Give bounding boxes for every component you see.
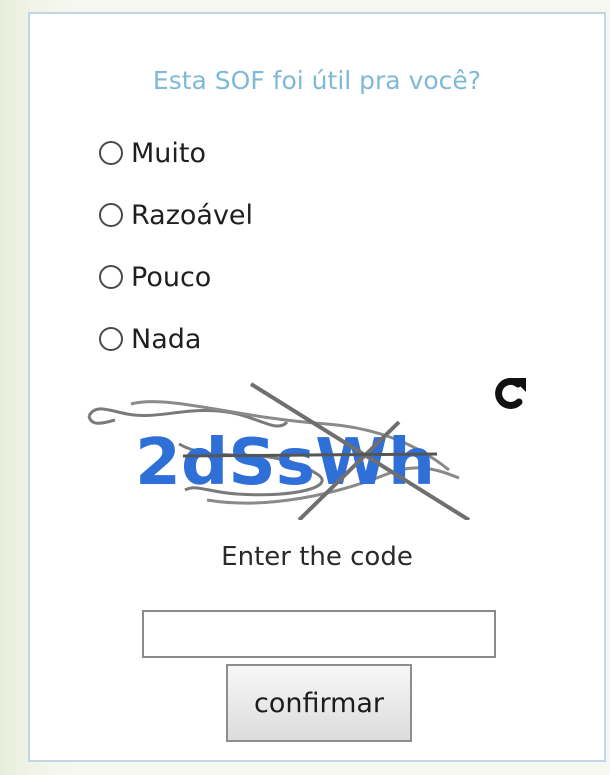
survey-options: Muito Razoável Pouco Nada (99, 122, 253, 370)
radio-button[interactable] (99, 141, 123, 165)
captcha-noise (87, 415, 116, 425)
captcha-image: 2dSsWh (87, 382, 471, 520)
option-label: Muito (131, 137, 207, 169)
feedback-panel: Esta SOF foi útil pra você? Muito Razoáv… (28, 12, 606, 762)
option-muito[interactable]: Muito (99, 122, 253, 184)
option-nada[interactable]: Nada (99, 308, 253, 370)
option-razoavel[interactable]: Razoável (99, 184, 253, 246)
confirm-button[interactable]: confirmar (226, 664, 412, 742)
captcha-noise (182, 452, 438, 458)
option-pouco[interactable]: Pouco (99, 246, 253, 308)
enter-code-label: Enter the code (221, 542, 413, 572)
option-label: Razoável (131, 199, 254, 231)
radio-button[interactable] (99, 265, 123, 289)
option-label: Pouco (131, 261, 212, 293)
option-label: Nada (131, 323, 202, 355)
refresh-icon[interactable] (488, 374, 528, 414)
survey-question: Esta SOF foi útil pra você? (152, 66, 482, 95)
captcha-text: 2dSsWh (135, 426, 435, 500)
captcha-code-input[interactable] (142, 610, 496, 658)
radio-button[interactable] (99, 203, 123, 227)
radio-button[interactable] (99, 327, 123, 351)
captcha-noise (87, 407, 289, 428)
